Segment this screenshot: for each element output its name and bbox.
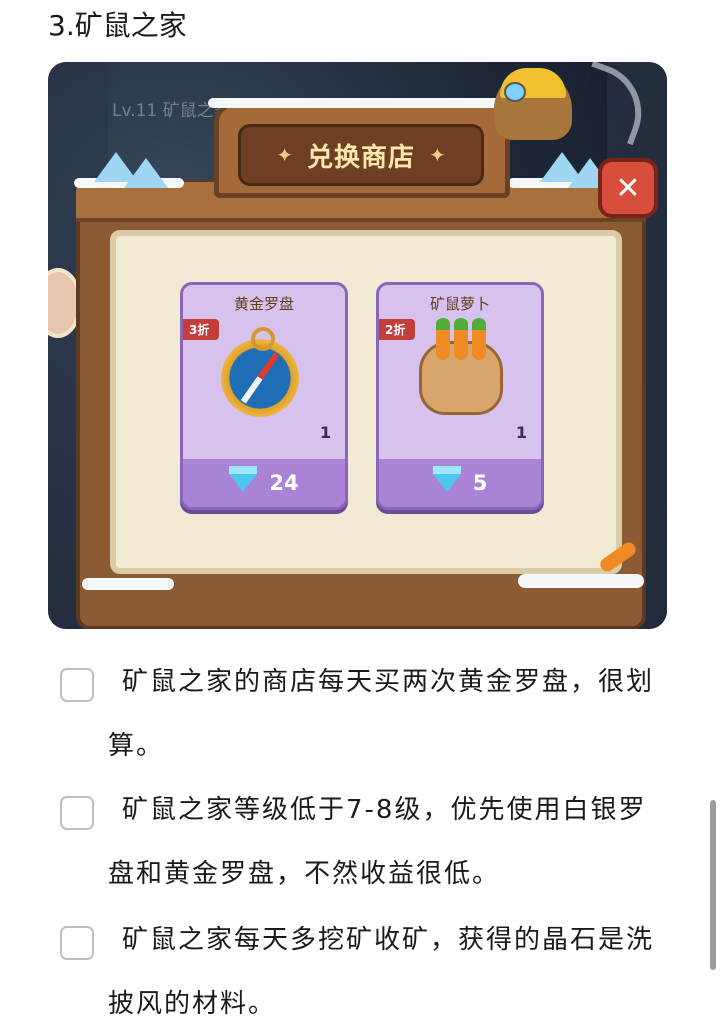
compass-ring	[251, 327, 275, 351]
shop-item-mole-carrot[interactable]: 矿鼠萝卜 2折 1 5	[376, 282, 544, 510]
game-screenshot: Lv.11 矿鼠之家 ✦ 兑换商店 ✦ ✕ 黄金罗盘 3折 1 24 矿鼠萝卜 …	[48, 62, 667, 629]
sparkle-icon: ✦	[429, 143, 446, 167]
roof-snow	[208, 98, 508, 108]
mole-miner-icon	[494, 68, 572, 140]
checklist-text: 矿鼠之家的商店每天买两次黄金罗盘，很划算。	[108, 667, 655, 761]
carrot-icon	[436, 328, 450, 360]
carrot-sack-icon	[419, 318, 503, 415]
snow-bottom-left	[82, 578, 174, 590]
checkbox[interactable]	[60, 926, 94, 960]
carrot-icon	[472, 328, 486, 360]
scrollbar[interactable]	[710, 800, 716, 970]
shop-title: 兑换商店	[306, 142, 415, 173]
sparkle-icon: ✦	[276, 143, 293, 167]
close-icon: ✕	[615, 170, 641, 206]
checklist-text: 矿鼠之家每天多挖矿收矿，获得的晶石是洗披风的材料。	[108, 925, 655, 1019]
item-name: 黄金罗盘	[233, 295, 294, 313]
shop-item-golden-compass[interactable]: 黄金罗盘 3折 1 24	[180, 282, 348, 510]
price-bar: 5	[379, 459, 541, 507]
checkbox[interactable]	[60, 796, 94, 830]
shop-title-plate: ✦ 兑换商店 ✦	[238, 124, 484, 186]
discount-badge: 3折	[183, 319, 220, 340]
item-quantity: 1	[515, 423, 527, 442]
item-price: 24	[269, 471, 299, 495]
section-title: 3.矿鼠之家	[48, 9, 187, 42]
leaf-icon	[472, 318, 486, 330]
snow-bottom-right	[518, 574, 644, 588]
item-price: 5	[472, 471, 488, 495]
leaf-icon	[454, 318, 468, 330]
leaf-icon	[436, 318, 450, 330]
item-name: 矿鼠萝卜	[429, 295, 490, 313]
lamp-icon	[504, 82, 526, 102]
crystal-left-icon-2	[124, 158, 168, 188]
item-quantity: 1	[319, 423, 331, 442]
diamond-icon	[229, 466, 258, 492]
golden-compass-icon	[221, 327, 299, 417]
discount-badge: 2折	[379, 319, 416, 340]
compass-needle	[240, 352, 280, 404]
price-bar: 24	[183, 459, 345, 507]
close-button[interactable]: ✕	[598, 158, 658, 218]
checklist-text: 矿鼠之家等级低于7-8级，优先使用白银罗盘和黄金罗盘，不然收益很低。	[108, 795, 647, 889]
checkbox[interactable]	[60, 668, 94, 702]
carrot-icon	[454, 328, 468, 360]
diamond-icon	[432, 466, 461, 492]
